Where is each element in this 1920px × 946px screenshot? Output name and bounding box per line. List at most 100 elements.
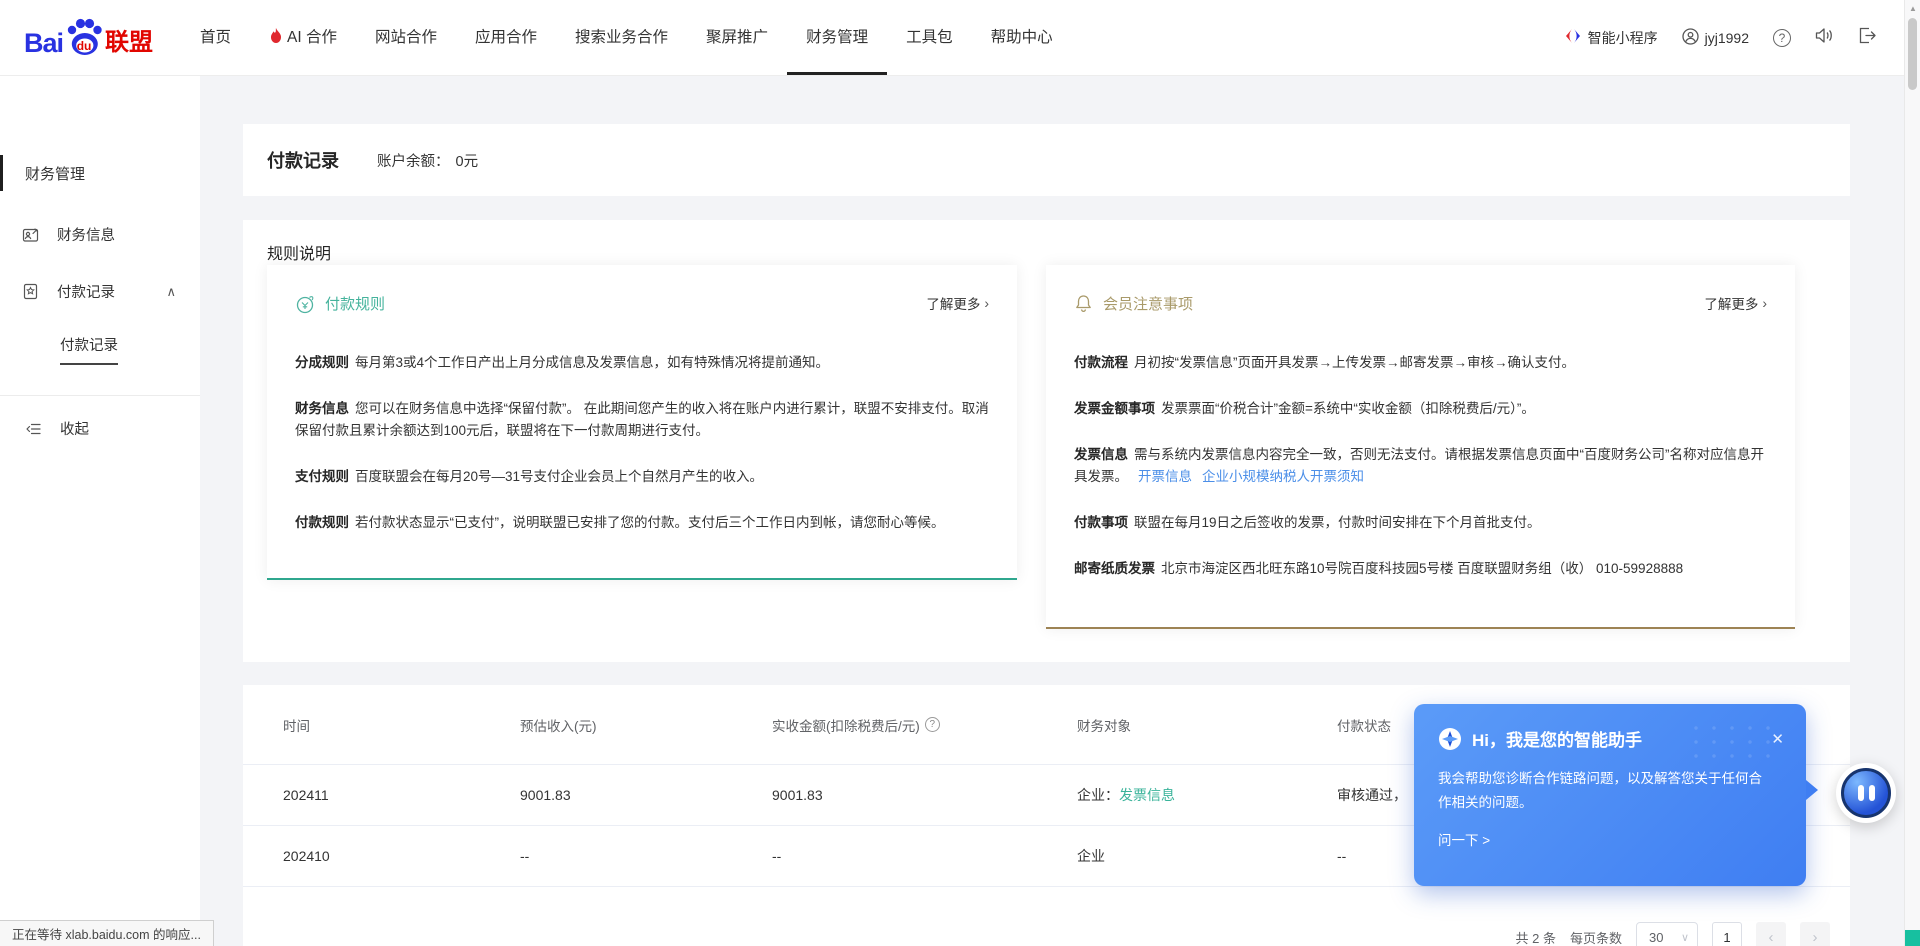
cell-time: 202411 (283, 787, 520, 803)
bell-icon (1074, 294, 1093, 314)
page-size-select[interactable]: 30 ∨ (1636, 922, 1698, 946)
robot-face-icon (1841, 768, 1891, 818)
baidu-union-logo[interactable]: Bai du 联盟 (24, 17, 153, 59)
total-count: 共 2 条 (1516, 928, 1556, 946)
sidebar-section-finance: 财务管理 (0, 158, 200, 188)
rules-panel: 规则说明 付款规则 了解更多› 分成规则每月第3或4个工作日产出上月分成信息及发… (243, 220, 1850, 662)
note-payment-flow: 付款流程月初按“发票信息”页面开具发票→上传发票→邮寄发票→审核→确认支付。 (1074, 352, 1767, 374)
payment-rules-card-header: 付款规则 了解更多› (295, 293, 989, 314)
sidebar-item-finance-info[interactable]: 财务信息 (0, 224, 200, 245)
prev-page-button[interactable]: ‹ (1756, 922, 1786, 946)
rules-title: 规则说明 (267, 240, 1850, 264)
payment-rules-card-title: 付款规则 (325, 293, 385, 314)
baidu-paw-icon: du (64, 17, 104, 59)
sidebar: 财务管理 财务信息 付款记录 ∧ 付款记录 收起 (0, 76, 200, 946)
page-scrollbar[interactable]: ▲ (1904, 0, 1920, 946)
column-actual-amount: 实收金额(扣除税费后/元) ? (772, 715, 1077, 735)
rule-pay: 支付规则百度联盟会在每月20号—31号支付企业会员上个自然月产生的收入。 (295, 466, 989, 488)
flame-icon (269, 28, 283, 45)
next-page-button[interactable]: › (1800, 922, 1830, 946)
info-icon[interactable]: ? (925, 717, 940, 732)
nav-item-help-center[interactable]: 帮助中心 (972, 0, 1072, 75)
logout-button[interactable] (1858, 27, 1876, 49)
user-icon (1682, 28, 1699, 48)
scrollbar-corner-accent (1905, 930, 1920, 946)
sidebar-item-payment-records[interactable]: 付款记录 ∧ (0, 281, 200, 302)
cell-target: 企业 (1077, 846, 1337, 866)
sidebar-subitem-payment-records[interactable]: 付款记录 (0, 334, 200, 365)
pagination: 共 2 条 每页条数 30 ∨ 1 ‹ › (1516, 922, 1830, 946)
assistant-popup-arrow (1806, 780, 1818, 800)
page-header-panel: 付款记录 账户余额： 0元 (243, 124, 1850, 196)
assistant-popup-header: Hi，我是您的智能助手 ✕ (1438, 726, 1782, 751)
assistant-popup: Hi，我是您的智能助手 ✕ 我会帮助您诊断合作链路问题，以及解答您关于任何合作相… (1414, 704, 1806, 886)
assistant-avatar-button[interactable] (1836, 763, 1896, 823)
chevron-right-icon: › (1762, 295, 1767, 311)
rule-payment-status: 付款规则若付款状态显示“已支付”，说明联盟已安排了您的付款。支付后三个工作日内到… (295, 512, 989, 534)
top-navigation: Bai du 联盟 首页 AI 合作 网站合作 应用合作 搜索业务合作 聚屏推广… (0, 0, 1904, 76)
collapse-icon (25, 421, 42, 437)
smart-mini-program-entry[interactable]: 智能小程序 (1564, 27, 1658, 48)
payment-records-icon (22, 283, 39, 300)
coin-icon (295, 294, 315, 314)
cell-estimated: 9001.83 (520, 787, 772, 803)
sidebar-collapse-button[interactable]: 收起 (0, 418, 200, 439)
ask-now-link[interactable]: 问一下 > (1438, 829, 1782, 849)
scroll-up-arrow-icon[interactable]: ▲ (1905, 4, 1920, 13)
cell-target: 企业：发票信息 (1077, 785, 1337, 805)
column-time: 时间 (283, 715, 520, 735)
balance-value: 0元 (456, 154, 479, 170)
mini-program-icon (1564, 27, 1582, 48)
user-account[interactable]: jyj1992 (1682, 28, 1749, 48)
nav-item-website-cooperation[interactable]: 网站合作 (356, 0, 456, 75)
browser-status-message: 正在等待 xlab.baidu.com 的响应... (0, 920, 214, 946)
logout-icon (1858, 27, 1876, 49)
logo-text-bai: Bai (24, 28, 63, 59)
member-notes-more-link[interactable]: 了解更多› (1704, 293, 1767, 313)
nav-item-toolkit[interactable]: 工具包 (887, 0, 972, 75)
cell-estimated: -- (520, 848, 772, 864)
select-caret-icon: ∨ (1681, 931, 1689, 944)
nav-item-screen-promotion[interactable]: 聚屏推广 (687, 0, 787, 75)
invoice-info-table-link[interactable]: 发票信息 (1119, 787, 1175, 803)
nav-item-search-cooperation[interactable]: 搜索业务合作 (556, 0, 687, 75)
assistant-title: Hi，我是您的智能助手 (1472, 726, 1642, 751)
close-icon[interactable]: ✕ (1771, 730, 1784, 748)
main-menu: 首页 AI 合作 网站合作 应用合作 搜索业务合作 聚屏推广 财务管理 工具包 … (181, 0, 1072, 75)
column-estimated-income: 预估收入(元) (520, 715, 772, 735)
help-button[interactable]: ? (1773, 29, 1791, 47)
note-mail-invoice: 邮寄纸质发票北京市海淀区西北旺东路10号院百度科技园5号楼 百度联盟财务组（收）… (1074, 558, 1767, 580)
note-payment-matter: 付款事项联盟在每月19日之后签收的发票，付款时间安排在下个月首批支付。 (1074, 512, 1767, 534)
active-section-indicator (0, 155, 3, 191)
chevron-right-icon: › (984, 295, 989, 311)
chevron-up-icon[interactable]: ∧ (166, 284, 176, 300)
assistant-message: 我会帮助您诊断合作链路问题，以及解答您关于任何合作相关的问题。 (1438, 767, 1768, 815)
nav-right-tools: 智能小程序 jyj1992 ? (1564, 27, 1876, 49)
payment-rules-card: 付款规则 了解更多› 分成规则每月第3或4个工作日产出上月分成信息及发票信息，如… (267, 265, 1017, 580)
page-size-label: 每页条数 (1570, 928, 1622, 946)
compass-icon (1438, 727, 1462, 751)
member-notes-card-title: 会员注意事项 (1103, 293, 1193, 314)
logo-text-union: 联盟 (105, 22, 153, 57)
page-button-1[interactable]: 1 (1712, 922, 1742, 946)
cell-actual: -- (772, 848, 1077, 864)
page-title: 付款记录 (267, 147, 339, 173)
small-taxpayer-link[interactable]: 企业小规模纳税人开票须知 (1202, 469, 1364, 484)
payment-rules-more-link[interactable]: 了解更多› (926, 293, 989, 313)
rule-share: 分成规则每月第3或4个工作日产出上月分成信息及发票信息，如有特殊情况将提前通知。 (295, 352, 989, 374)
balance-label: 账户余额： (377, 154, 450, 170)
announcement-button[interactable] (1815, 27, 1834, 49)
sidebar-divider (0, 395, 200, 396)
nav-item-home[interactable]: 首页 (181, 0, 250, 75)
rule-finance-info: 财务信息您可以在财务信息中选择“保留付款”。 在此期间您产生的收入将在账户内进行… (295, 398, 989, 442)
nav-item-app-cooperation[interactable]: 应用合作 (456, 0, 556, 75)
invoice-info-link[interactable]: 开票信息 (1138, 469, 1192, 484)
finance-info-icon (22, 226, 39, 243)
scrollbar-thumb[interactable] (1908, 18, 1917, 90)
member-notes-card: 会员注意事项 了解更多› 付款流程月初按“发票信息”页面开具发票→上传发票→邮寄… (1046, 265, 1795, 629)
note-invoice-info: 发票信息需与系统内发票信息内容完全一致，否则无法支付。请根据发票信息页面中“百度… (1074, 444, 1767, 488)
nav-item-finance-management[interactable]: 财务管理 (787, 0, 887, 75)
account-balance: 账户余额： 0元 (377, 150, 478, 171)
nav-item-ai-cooperation[interactable]: AI 合作 (250, 0, 356, 75)
member-notes-card-header: 会员注意事项 了解更多› (1074, 293, 1767, 314)
